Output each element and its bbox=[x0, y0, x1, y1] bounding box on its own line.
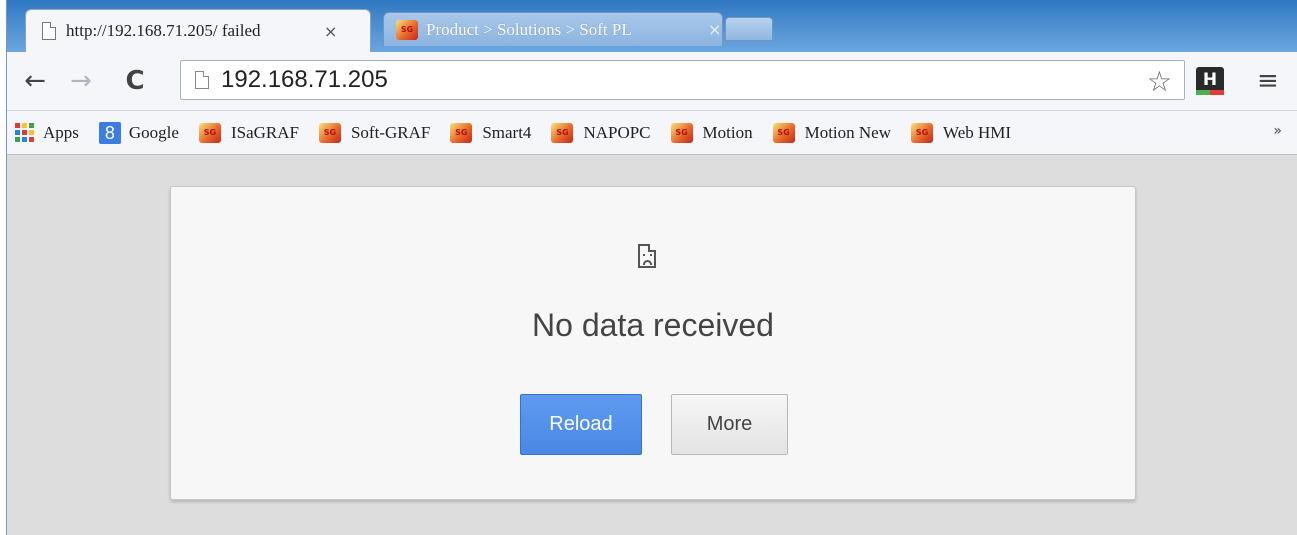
back-button[interactable]: ← bbox=[17, 64, 53, 98]
error-heading: No data received bbox=[532, 307, 774, 343]
softgraf-favicon-icon: SG bbox=[911, 122, 934, 143]
softgraf-favicon-icon: SG bbox=[670, 122, 693, 143]
bookmark-motion[interactable]: SG Motion bbox=[670, 122, 753, 143]
bookmark-label: Soft-GRAF bbox=[350, 122, 431, 142]
softgraf-favicon-icon: SG bbox=[198, 122, 221, 143]
tab-strip: http://192.168.71.205/ failed × SG Produ… bbox=[7, 0, 1297, 52]
page-icon bbox=[195, 71, 209, 89]
more-button[interactable]: More bbox=[671, 394, 788, 455]
tab-active[interactable]: http://192.168.71.205/ failed × bbox=[25, 9, 371, 52]
apps-grid-icon bbox=[15, 122, 35, 143]
reload-page-button[interactable]: Reload bbox=[520, 394, 642, 455]
bookmark-motion-new[interactable]: SG Motion New bbox=[772, 122, 892, 143]
browser-window: http://192.168.71.205/ failed × SG Produ… bbox=[6, 0, 1297, 535]
softgraf-favicon-icon: SG bbox=[772, 122, 795, 143]
close-tab-icon[interactable]: × bbox=[324, 22, 337, 41]
tab-title: http://192.168.71.205/ failed bbox=[66, 21, 261, 40]
softgraf-favicon-icon: SG bbox=[551, 122, 574, 143]
new-tab-button[interactable] bbox=[725, 17, 773, 41]
bookmark-soft-graf[interactable]: SG Soft-GRAF bbox=[318, 122, 431, 143]
forward-button[interactable]: → bbox=[63, 64, 99, 98]
softgraf-favicon-icon: SG bbox=[396, 19, 418, 40]
bookmark-google[interactable]: 8 Google bbox=[98, 121, 179, 144]
tab-inactive[interactable]: SG Product > Solutions > Soft PL × bbox=[383, 12, 723, 46]
softgraf-favicon-icon: SG bbox=[318, 122, 341, 143]
softgraf-favicon-icon: SG bbox=[450, 122, 473, 143]
bookmark-label: Motion bbox=[702, 122, 753, 142]
bookmarks-bar: Apps 8 Google SG ISaGRAF SG Soft-GRAF SG… bbox=[7, 111, 1297, 155]
page-icon bbox=[42, 22, 56, 40]
url-text[interactable]: 192.168.71.205 bbox=[221, 66, 388, 94]
bookmark-isagraf[interactable]: SG ISaGRAF bbox=[198, 122, 299, 143]
bookmark-label: Smart4 bbox=[482, 122, 532, 142]
bookmark-label: Web HMI bbox=[943, 122, 1012, 142]
sad-page-icon bbox=[638, 244, 656, 268]
bookmark-label: Motion New bbox=[804, 122, 892, 142]
error-card: No data received Reload More bbox=[170, 186, 1136, 500]
bookmark-label: Apps bbox=[43, 122, 79, 142]
menu-icon[interactable]: ≡ bbox=[1257, 66, 1279, 96]
bookmark-web-hmi[interactable]: SG Web HMI bbox=[911, 122, 1012, 143]
bookmark-smart4[interactable]: SG Smart4 bbox=[450, 122, 532, 143]
google-icon: 8 bbox=[98, 121, 121, 144]
close-tab-icon[interactable]: × bbox=[708, 20, 721, 39]
reload-button[interactable]: C bbox=[117, 64, 153, 98]
bookmarks-overflow-icon[interactable]: » bbox=[1273, 123, 1282, 139]
bookmark-star-icon[interactable]: ☆ bbox=[1147, 65, 1172, 98]
bookmark-label: Google bbox=[128, 122, 179, 142]
tab-title: Product > Solutions > Soft PL bbox=[426, 19, 632, 39]
bookmark-label: ISaGRAF bbox=[230, 122, 299, 142]
address-bar[interactable]: 192.168.71.205 ☆ bbox=[180, 60, 1185, 100]
extension-icon[interactable]: H bbox=[1196, 67, 1224, 95]
bookmark-label: NAPOPC bbox=[583, 122, 651, 142]
bookmark-apps[interactable]: Apps bbox=[15, 122, 79, 143]
bookmark-napopc[interactable]: SG NAPOPC bbox=[551, 122, 651, 143]
page-content: No data received Reload More bbox=[7, 156, 1297, 535]
toolbar: ← → C 192.168.71.205 ☆ H ≡ bbox=[7, 52, 1297, 111]
